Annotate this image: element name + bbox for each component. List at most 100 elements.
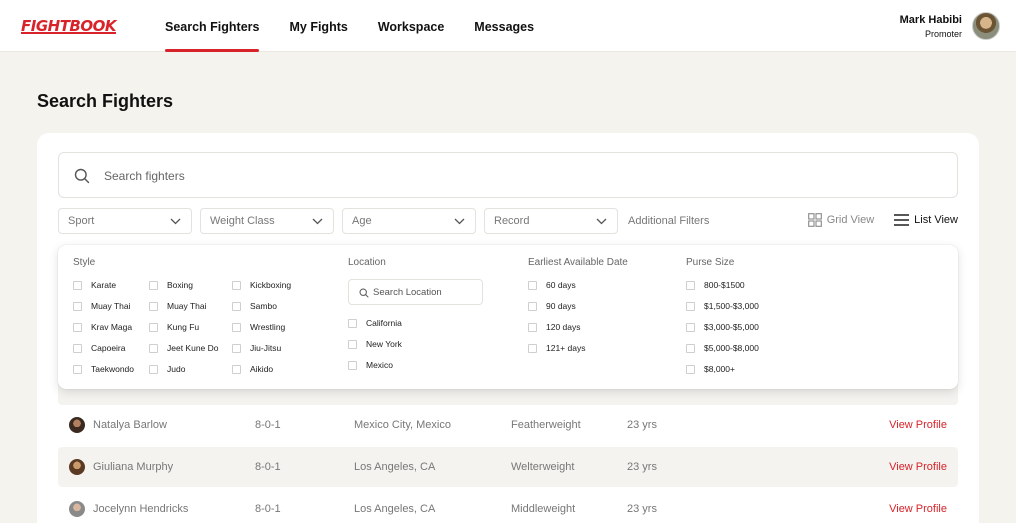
fighter-record: 8-0-1 — [255, 461, 281, 473]
date-option-label: 60 days — [546, 280, 576, 290]
location-search-input[interactable] — [373, 285, 478, 300]
style-checkbox[interactable]: Jeet Kune Do — [149, 343, 219, 353]
user-role: Promoter — [924, 29, 962, 39]
style-checkbox[interactable]: Boxing — [149, 280, 193, 290]
date-option-label: 90 days — [546, 301, 576, 311]
style-option-label: Judo — [167, 364, 186, 374]
style-checkbox[interactable]: Capoeira — [73, 343, 126, 353]
user-avatar[interactable] — [972, 12, 1000, 40]
fighter-name: Natalya Barlow — [93, 419, 167, 431]
grid-view-label: Grid View — [826, 214, 875, 226]
main-nav: Search Fighters My Fights Workspace Mess… — [150, 0, 549, 52]
checkbox-box — [149, 280, 158, 290]
nav-my-fights[interactable]: My Fights — [274, 0, 362, 52]
date-checkbox[interactable]: 90 days — [528, 301, 576, 311]
style-checkbox[interactable]: Krav Maga — [73, 322, 132, 332]
search-icon — [74, 168, 90, 184]
list-view-button[interactable]: List View — [894, 214, 958, 226]
purse-checkbox[interactable]: $5,000-$8,000 — [686, 343, 759, 353]
style-checkbox[interactable]: Judo — [149, 364, 185, 374]
style-heading: Style — [73, 257, 96, 268]
purse-checkbox[interactable]: $8,000+ — [686, 364, 735, 374]
location-search-box[interactable] — [348, 279, 483, 305]
age-dropdown[interactable]: Age — [342, 208, 476, 234]
style-checkbox[interactable]: Sambo — [232, 301, 277, 311]
checkbox-box — [232, 301, 241, 311]
purse-checkbox[interactable]: $1,500-$3,000 — [686, 301, 759, 311]
checkbox-box — [149, 301, 158, 311]
style-checkbox[interactable]: Muay Thai — [73, 301, 131, 311]
nav-workspace[interactable]: Workspace — [363, 0, 459, 52]
checkbox-box — [149, 322, 158, 332]
grid-view-button[interactable]: Grid View — [807, 213, 875, 227]
location-checkbox[interactable]: California — [348, 318, 402, 328]
fighter-location: Los Angeles, CA — [354, 503, 436, 515]
nav-search-fighters[interactable]: Search Fighters — [150, 0, 274, 52]
style-option-label: Karate — [91, 280, 117, 290]
chevron-down-icon — [596, 218, 607, 225]
sport-dropdown[interactable]: Sport — [58, 208, 192, 234]
view-profile-link[interactable]: View Profile — [889, 447, 947, 487]
fightbook-logo[interactable]: FIGHTBOOK — [21, 17, 117, 35]
fighter-weight-class: Welterweight — [511, 461, 575, 473]
fighter-location: Mexico City, Mexico — [354, 419, 451, 431]
additional-filters-link[interactable]: Additional Filters — [628, 215, 709, 227]
checkbox-box — [73, 301, 82, 311]
checkbox-box — [73, 364, 82, 374]
style-checkbox[interactable]: Aikido — [232, 364, 273, 374]
style-option-label: Jeet Kune Do — [167, 343, 219, 353]
fighter-age: 23 yrs — [627, 419, 657, 431]
earliest-date-heading: Earliest Available Date — [528, 257, 628, 268]
user-info[interactable]: Mark Habibi Promoter — [900, 14, 962, 39]
style-checkbox[interactable]: Kung Fu — [149, 322, 199, 332]
style-checkbox[interactable]: Jiu-Jitsu — [232, 343, 281, 353]
user-name: Mark Habibi — [899, 14, 962, 26]
additional-filters-panel: Style Karate Boxing Kickboxing Muay Thai… — [58, 245, 958, 389]
chevron-down-icon — [454, 218, 465, 225]
style-option-label: Muay Thai — [91, 301, 131, 311]
view-profile-link[interactable]: View Profile — [889, 489, 947, 523]
location-heading: Location — [348, 257, 386, 268]
style-checkbox[interactable]: Kickboxing — [232, 280, 291, 290]
record-dropdown[interactable]: Record — [484, 208, 618, 234]
table-row: Jocelynn Hendricks 8-0-1 Los Angeles, CA… — [58, 489, 958, 523]
view-profile-link[interactable]: View Profile — [889, 405, 947, 445]
weight-class-dropdown[interactable]: Weight Class — [200, 208, 334, 234]
checkbox-box — [528, 280, 537, 290]
list-view-label: List View — [914, 214, 958, 226]
style-checkbox[interactable]: Taekwondo — [73, 364, 134, 374]
list-icon — [894, 214, 910, 226]
fighter-avatar — [69, 501, 85, 517]
purse-checkbox[interactable]: 800-$1500 — [686, 280, 745, 290]
checkbox-box — [528, 301, 537, 311]
fighter-age: 23 yrs — [627, 461, 657, 473]
style-checkbox[interactable]: Karate — [73, 280, 116, 290]
search-input[interactable] — [104, 165, 904, 187]
search-box[interactable] — [58, 152, 958, 198]
chevron-down-icon — [170, 218, 181, 225]
checkbox-box — [149, 364, 158, 374]
location-option-label: New York — [366, 339, 402, 349]
date-checkbox[interactable]: 60 days — [528, 280, 576, 290]
fighter-record: 8-0-1 — [255, 419, 281, 431]
style-checkbox[interactable]: Wrestling — [232, 322, 285, 332]
date-checkbox[interactable]: 120 days — [528, 322, 581, 332]
purse-option-label: $5,000-$8,000 — [704, 343, 759, 353]
fighter-age: 23 yrs — [627, 503, 657, 515]
style-checkbox[interactable]: Muay Thai — [149, 301, 207, 311]
table-row: Giuliana Murphy 8-0-1 Los Angeles, CA We… — [58, 447, 958, 487]
location-checkbox[interactable]: Mexico — [348, 360, 393, 370]
grid-icon — [807, 213, 822, 227]
location-checkbox[interactable]: New York — [348, 339, 402, 349]
fighter-record: 8-0-1 — [255, 503, 281, 515]
checkbox-box — [528, 322, 537, 332]
checkbox-box — [348, 339, 357, 349]
purse-checkbox[interactable]: $3,000-$5,000 — [686, 322, 759, 332]
fighter-name: Giuliana Murphy — [93, 461, 174, 473]
checkbox-box — [73, 343, 82, 353]
record-dropdown-label: Record — [494, 215, 530, 227]
nav-messages[interactable]: Messages — [459, 0, 549, 52]
style-option-label: Boxing — [167, 280, 193, 290]
date-checkbox[interactable]: 121+ days — [528, 343, 585, 353]
purse-option-label: $1,500-$3,000 — [704, 301, 759, 311]
